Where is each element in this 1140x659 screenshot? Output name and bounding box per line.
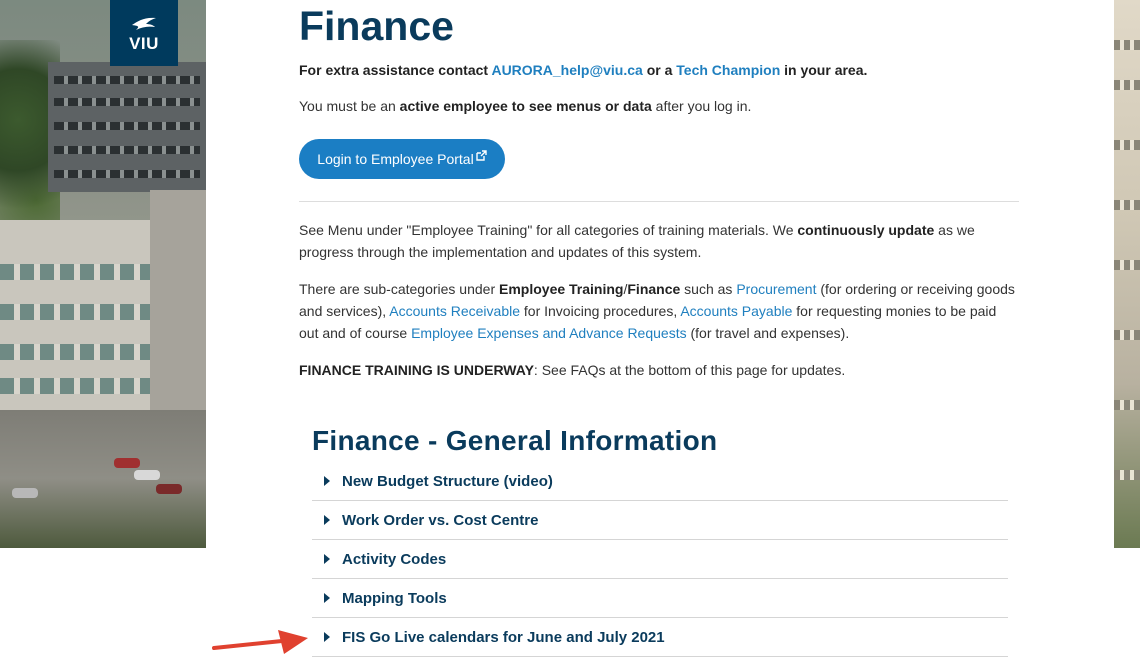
accordion-item-work-order[interactable]: Work Order vs. Cost Centre [312,501,1008,540]
notice-bold: active employee to see menus or data [399,98,652,114]
caret-right-icon [324,515,330,525]
accordion-item-activity-codes[interactable]: Activity Codes [312,540,1008,579]
subcat-text-7: (for travel and expenses). [686,325,850,341]
contact-prefix: For extra assistance contact [299,62,492,78]
training-bold: continuously update [797,222,935,238]
caret-right-icon [324,476,330,486]
portal-button-label: Login to Employee Portal [317,151,474,167]
parking-lot [0,410,206,548]
accordion-label: Work Order vs. Cost Centre [342,511,539,529]
caret-right-icon [324,593,330,603]
help-email-link[interactable]: AURORA_help@viu.ca [491,62,642,78]
accordion-label: Activity Codes [342,550,447,568]
training-underway-notice: FINANCE TRAINING IS UNDERWAY: See FAQs a… [299,359,1019,381]
caret-right-icon [324,632,330,642]
contact-line: For extra assistance contact AURORA_help… [299,59,1019,81]
training-paragraph: See Menu under "Employee Training" for a… [299,219,1019,263]
subcat-bold-finance: Finance [627,281,681,297]
active-employee-notice: You must be an active employee to see me… [299,95,1019,117]
procurement-link[interactable]: Procurement [736,281,816,297]
accordion-label: Mapping Tools [342,589,447,607]
contact-middle: or a [642,62,677,78]
building-tower [150,190,206,410]
page-title: Finance [299,3,454,49]
subcat-bold-employee-training: Employee Training [499,281,624,297]
bird-logo-icon [132,17,156,30]
caret-right-icon [324,554,330,564]
subcategories-paragraph: There are sub-categories under Employee … [299,278,1019,344]
accordion-item-fis-calendars[interactable]: FIS Go Live calendars for June and July … [312,618,1008,657]
viu-logo[interactable]: VIU [110,0,178,66]
employee-expenses-link[interactable]: Employee Expenses and Advance Requests [411,325,687,341]
notice-suffix: after you log in. [651,98,752,114]
training-prefix: See Menu under "Employee Training" for a… [299,222,798,238]
external-link-icon [476,149,487,161]
accordion-label: New Budget Structure (video) [342,472,553,490]
red-arrow-icon [212,630,308,654]
campus-photo-right [1114,0,1140,548]
login-employee-portal-button[interactable]: Login to Employee Portal [299,139,505,179]
section-title: Finance - General Information [312,425,718,456]
underway-suffix: : See FAQs at the bottom of this page fo… [533,362,846,378]
tech-champion-link[interactable]: Tech Champion [676,62,780,78]
notice-prefix: You must be an [299,98,400,114]
campus-photo-left [0,0,206,548]
subcat-text-1: There are sub-categories under [299,281,499,297]
accordion-item-budget-structure[interactable]: New Budget Structure (video) [312,462,1008,501]
accounts-payable-link[interactable]: Accounts Payable [680,303,792,319]
underway-bold: FINANCE TRAINING IS UNDERWAY [299,362,534,378]
divider [299,201,1019,202]
logo-text: VIU [129,33,159,53]
subcat-text-5: for Invoicing procedures, [520,303,681,319]
accordion-item-mapping-tools[interactable]: Mapping Tools [312,579,1008,618]
contact-suffix: in your area. [780,62,868,78]
building-upper [48,62,206,192]
subcat-text-3: such as [680,281,737,297]
accordion-label: FIS Go Live calendars for June and July … [342,628,665,646]
accounts-receivable-link[interactable]: Accounts Receivable [389,303,520,319]
